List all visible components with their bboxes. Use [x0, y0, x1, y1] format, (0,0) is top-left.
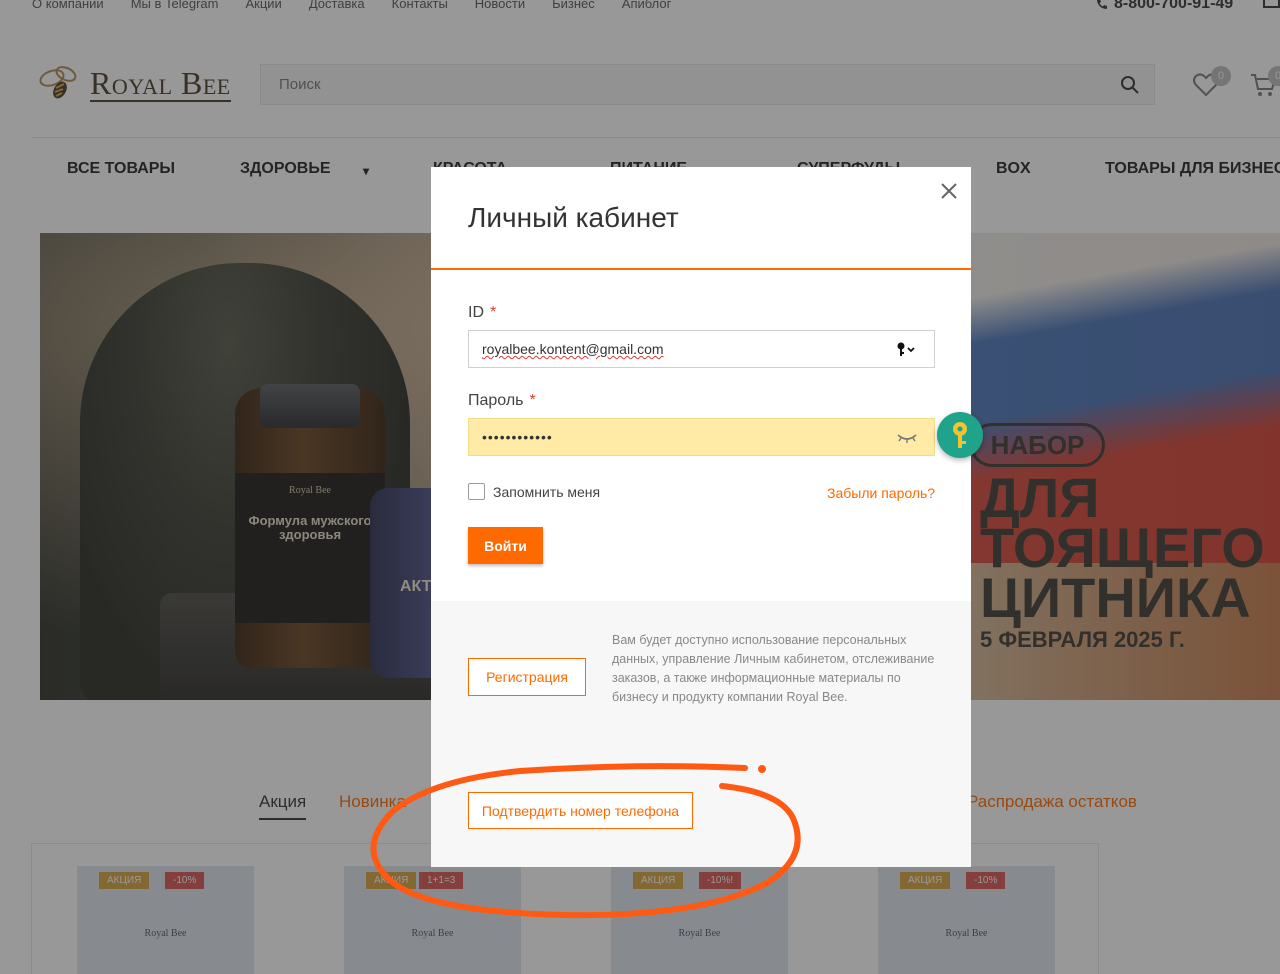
- register-info-text: Вам будет доступно использование персона…: [612, 633, 935, 704]
- id-label-text: ID: [468, 304, 484, 321]
- id-value: royalbee.kontent@gmail.com: [482, 341, 664, 357]
- modal-title: Личный кабинет: [468, 202, 679, 233]
- title-divider: [431, 268, 971, 270]
- forgot-password-link[interactable]: Забыли пароль?: [827, 485, 935, 501]
- register-button[interactable]: Регистрация: [468, 658, 586, 696]
- password-manager-key-icon[interactable]: [937, 412, 983, 458]
- remember-me[interactable]: Запомнить меня: [468, 483, 600, 500]
- required-mark: *: [490, 304, 497, 321]
- password-label: Пароль *: [468, 392, 536, 410]
- key-icon[interactable]: [896, 341, 918, 357]
- confirm-phone-button[interactable]: Подтвердить номер телефона: [468, 792, 693, 829]
- id-field[interactable]: royalbee.kontent@gmail.com: [468, 330, 935, 368]
- close-icon[interactable]: [939, 181, 959, 201]
- checkbox-icon[interactable]: [468, 483, 485, 500]
- modal-lower-section: Регистрация Вам будет доступно использов…: [431, 601, 971, 867]
- login-modal: Личный кабинет ID * royalbee.kontent@gmai…: [431, 167, 983, 867]
- eye-closed-icon[interactable]: [896, 429, 918, 445]
- password-field[interactable]: ••••••••••••: [468, 418, 935, 456]
- required-mark: *: [529, 392, 536, 409]
- remember-label: Запомнить меня: [493, 483, 601, 500]
- login-button[interactable]: Войти: [468, 527, 543, 564]
- password-label-text: Пароль: [468, 392, 524, 409]
- password-value: ••••••••••••: [482, 429, 553, 445]
- id-label: ID *: [468, 304, 496, 322]
